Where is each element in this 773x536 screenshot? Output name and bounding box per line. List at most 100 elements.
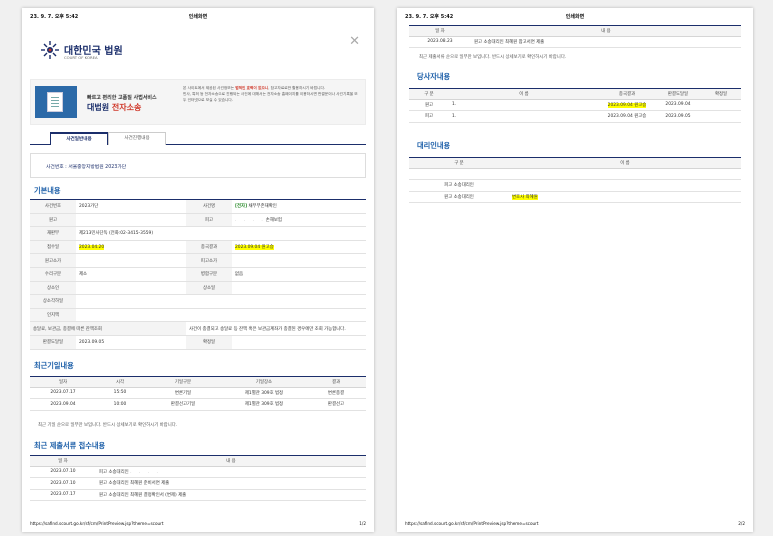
- hearing-note: 최근 기일 순으로 일부만 보입니다. 반드시 상세보기로 확인하시기 바랍니다…: [38, 423, 178, 428]
- court-emblem-icon: [41, 41, 59, 59]
- logo-subtitle: COURT OF KOREA: [64, 55, 98, 60]
- table-row: 원고소가 피고소가: [30, 253, 366, 268]
- table-row: 2023.07.17 원고 소송대리인 최혜원 결정확인서 (변제) 제출: [30, 489, 366, 501]
- print-page-1: 23. 9. 7. 오후 5:42 인쇄화면 대한민국 법원 COURT OF …: [22, 8, 374, 532]
- defendant-value: . . . .손해보험: [232, 213, 366, 228]
- cell: 변론종결: [306, 387, 366, 399]
- page-number: 2/2: [738, 521, 745, 526]
- hearing-table: 일자 시각 기일구분 기일장소 결과 2023.07.17 15:50 변론기일…: [30, 376, 366, 411]
- appeal-reject-value: [76, 294, 366, 309]
- appeal-reject-label: 상소각하일: [30, 294, 76, 309]
- document-illustration-icon: [35, 86, 77, 118]
- tab-case-progress[interactable]: 사건진행내용: [108, 132, 166, 145]
- appellant-value: [76, 281, 186, 296]
- cell: 2023.07.17: [30, 489, 96, 501]
- cell: 제1별관 309호 법정: [222, 387, 306, 399]
- plaintiff-label: 원고: [30, 213, 76, 228]
- print-title: 인쇄화면: [188, 14, 208, 20]
- cell: 피고 소송대리인 . . . .: [96, 466, 366, 478]
- confirm-date-value: [232, 335, 366, 350]
- print-footer: https://safind.scourt.go.kr/sf/cm/PrintP…: [30, 521, 366, 526]
- plaintiff-claim-value: [76, 253, 186, 268]
- cell: 판결선고기일: [144, 398, 222, 411]
- table-row: 2023.09.04 10:00 판결선고기일 제1별관 309호 법정 판결선…: [30, 398, 366, 411]
- cell: 변론기일: [144, 387, 222, 399]
- case-no-label: 사건번호: [30, 199, 76, 214]
- cell: 10:00: [96, 398, 144, 411]
- close-icon[interactable]: ✕: [349, 34, 360, 49]
- table-row: 2023.07.10 피고 소송대리인 . . . .: [30, 466, 366, 478]
- col-header: 기일장소: [222, 376, 306, 388]
- dept-value: 제213민사단독 (전화:02-3415-3559): [76, 226, 366, 241]
- received-label: 접수일: [30, 240, 76, 255]
- footer-url: https://safind.scourt.go.kr/sf/cm/PrintP…: [30, 521, 164, 526]
- table-row: 원고 소송대리인 변호사 최혜원: [409, 191, 741, 203]
- cell: 원고 소송대리인: [409, 191, 509, 203]
- section-agent-title: 대리인내용: [417, 141, 451, 150]
- final-date-value: 2023.09.05: [76, 335, 186, 350]
- cell: 2023.09.04 원고승: [599, 110, 655, 123]
- cell: 2023.07.10: [30, 466, 96, 478]
- cell: 2023.09.05: [655, 110, 701, 123]
- col-header: 결과: [306, 376, 366, 388]
- cell: 15:50: [96, 387, 144, 399]
- tab-case-general[interactable]: 사건일반내용: [50, 132, 108, 145]
- case-tabs: 사건일반내용 사건진행내용: [30, 132, 366, 145]
- cell: [509, 168, 741, 180]
- cell: 1.: [449, 99, 599, 111]
- table-row: 원고 1. 2023.09.04 원고승 2023.09.04: [409, 99, 741, 111]
- stamp-return-value: 제소: [76, 267, 186, 282]
- col-header: 이 름: [449, 88, 599, 100]
- print-footer: https://safind.scourt.go.kr/sf/cm/PrintP…: [405, 521, 745, 526]
- e-litigation-banner[interactable]: 빠르고 편리한 고품질 사법서비스 대법원 전자소송 본 사이트에서 제공된 사…: [30, 79, 366, 125]
- table-row: 원고 피고 . . . .손해보험: [30, 213, 366, 228]
- col-header: 이 름: [509, 157, 741, 169]
- cell: 2023.09.04 원고승: [599, 99, 655, 111]
- col-header: 내 용: [471, 25, 741, 37]
- cell: [409, 168, 509, 180]
- banner-description: 본 사이트에서 제공된 사건정보는 법적인 효력이 없으니, 참고자료로만 활용…: [183, 86, 358, 102]
- deposit-label: 송달료, 보관금, 종결에 따른 잔액조회: [30, 321, 186, 336]
- col-header: 구 분: [409, 157, 509, 169]
- table-row: 상소각하일: [30, 294, 366, 309]
- cell: 원고: [409, 99, 449, 111]
- table-header-row: 일 자 내 용: [409, 25, 741, 37]
- court-logo: 대한민국 법원 COURT OF KOREA: [36, 38, 156, 68]
- col-header: 판결도달일: [655, 88, 701, 100]
- table-row: 사건번호 2023가단 사건명 [전자] 채무부존재확인: [30, 199, 366, 214]
- cell: 원고 소송대리인 최혜원 참고서면 제출: [471, 36, 741, 48]
- table-header-row: 일자 시각 기일구분 기일장소 결과: [30, 376, 366, 388]
- col-header: 기일구분: [144, 376, 222, 388]
- table-row: 피고 1. 2023.09.04 원고승 2023.09.05: [409, 110, 741, 123]
- cell: 2023.09.04: [30, 398, 96, 411]
- cell: 2023.08.23: [409, 36, 471, 48]
- section-basic-title: 기본내용: [34, 186, 61, 195]
- table-row: 재판부 제213민사단독 (전화:02-3415-3559): [30, 226, 366, 241]
- case-number: 사건번호 : 서울중앙지방법원 2023가단: [46, 165, 127, 170]
- cell: 원고 소송대리인 최혜원 결정확인서 (변제) 제출: [96, 489, 366, 501]
- result-label: 종국결과: [186, 240, 232, 255]
- table-row: 2023.08.23 원고 소송대리인 최혜원 참고서면 제출: [409, 36, 741, 48]
- table-row: 수리구분 제소 병합구분 없음: [30, 267, 366, 282]
- plaintiff-value: [76, 213, 186, 228]
- col-header: 확정일: [701, 88, 741, 100]
- case-name-value: [전자] 채무부존재확인: [232, 199, 366, 214]
- appellant-label: 상소인: [30, 281, 76, 296]
- cell: 1.: [449, 110, 599, 123]
- table-header-row: 일 자 내 용: [30, 455, 366, 467]
- section-party-title: 당사자내용: [417, 72, 451, 81]
- col-header: 내 용: [96, 455, 366, 467]
- cell: 피고 소송대리인: [409, 179, 509, 192]
- section-hearing-title: 최근기일내용: [34, 361, 74, 370]
- defendant-claim-value: [232, 253, 366, 268]
- agent-table: 구 분 이 름 피고 소송대리인 원고 소송대리인 변호사 최혜원: [409, 157, 741, 203]
- plaintiff-value-label: 원고소가: [30, 253, 76, 268]
- table-row: 송달료, 보관금, 종결에 따른 잔액조회 사건이 종결되고 송달료 등 잔액 …: [30, 321, 366, 336]
- print-title: 인쇄화면: [565, 14, 585, 20]
- cell: [701, 99, 741, 111]
- stamp-fee-value: [76, 308, 366, 323]
- cell: 2023.09.04: [655, 99, 701, 111]
- section-docs-title: 최근 제출서류 접수내용: [34, 441, 106, 450]
- stamp-fee-label: 인지액: [30, 308, 76, 323]
- table-row: 접수일 2023.04.20 종국결과 2023.09.04 원고승: [30, 240, 366, 255]
